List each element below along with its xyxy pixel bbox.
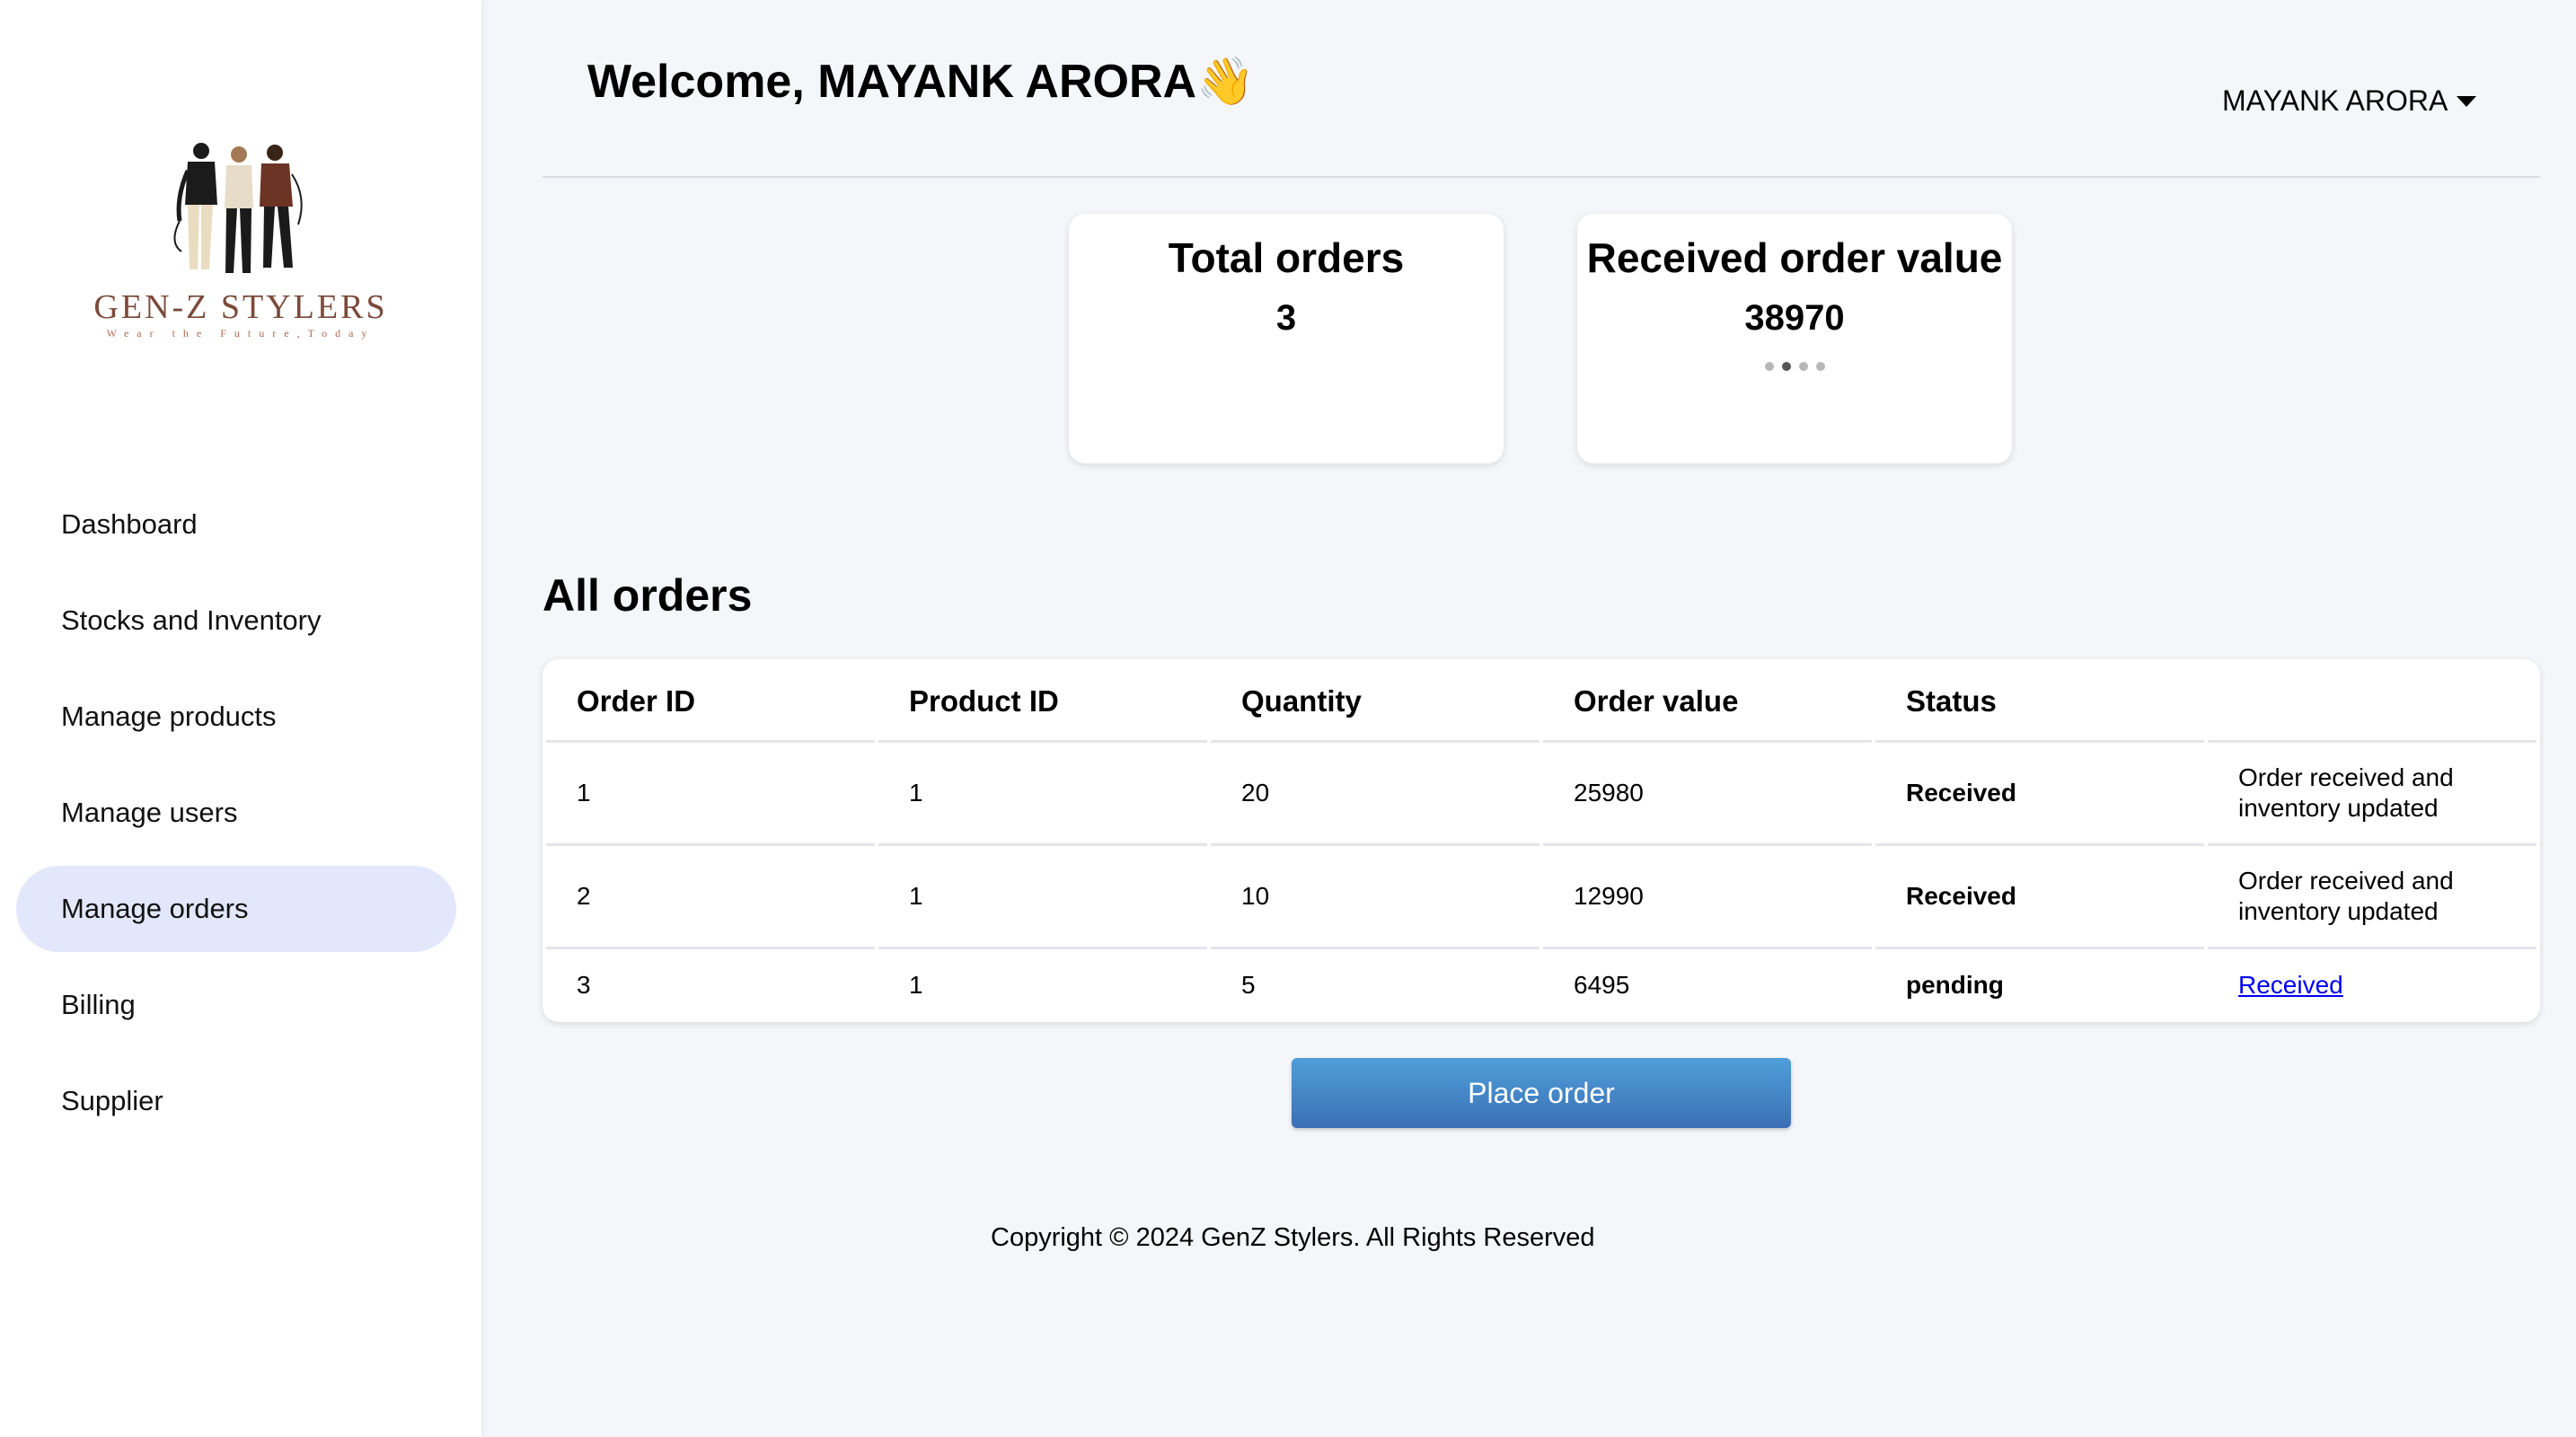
table-row: 2 1 10 12990 Received Order received and…: [546, 846, 2536, 949]
sidebar-item-stocks-and-inventory[interactable]: Stocks and Inventory: [16, 577, 456, 664]
table-row: 3 1 5 6495 pending Received: [546, 949, 2536, 1021]
quantity: 10: [1211, 846, 1539, 949]
sidebar-item-dashboard[interactable]: Dashboard: [16, 481, 456, 568]
column-header-status: Status: [1875, 663, 2204, 743]
user-menu[interactable]: MAYANK ARORA: [2222, 84, 2477, 118]
order-value: 6495: [1574, 971, 1630, 999]
footer-copyright: Copyright © 2024 GenZ Stylers. All Right…: [991, 1223, 1595, 1252]
total-orders-label: Total orders: [1168, 234, 1405, 281]
order-status: Received: [1875, 846, 2204, 949]
sidebar-item-manage-products[interactable]: Manage products: [16, 674, 456, 760]
page-title: Welcome, MAYANK ARORA👋: [587, 56, 1255, 108]
column-header-order-id: Order ID: [546, 663, 875, 743]
caret-down-icon: [2457, 95, 2477, 107]
order-value: 12990: [1543, 846, 1872, 949]
carousel-dot-icon[interactable]: [1764, 362, 1774, 371]
sidebar-nav: Dashboard Stocks and Inventory Manage pr…: [16, 481, 456, 1154]
column-header-product-id: Product ID: [878, 663, 1207, 743]
orders-table: Order ID Product ID Quantity Order value…: [543, 663, 2540, 1021]
quantity: 20: [1211, 743, 1539, 846]
order-status: pending: [1906, 971, 2004, 999]
table-header-row: Order ID Product ID Quantity Order value…: [546, 663, 2536, 743]
order-action-cell: Received: [2208, 949, 2536, 1021]
order-value: 25980: [1543, 743, 1872, 846]
order-id: 2: [546, 846, 875, 949]
user-name: MAYANK ARORA: [2222, 84, 2448, 117]
order-note: Order received and inventory updated: [2208, 846, 2536, 949]
quantity: 5: [1241, 971, 1256, 999]
product-id: 1: [909, 971, 923, 999]
sidebar-item-manage-users[interactable]: Manage users: [16, 770, 456, 856]
total-orders-value: 3: [1275, 298, 1297, 338]
order-note: Order received and inventory updated: [2208, 743, 2536, 846]
order-id: 1: [546, 743, 875, 846]
mark-received-link[interactable]: Received: [2238, 971, 2343, 999]
order-id: 3: [577, 971, 591, 999]
column-header-actions: [2208, 663, 2536, 743]
header-divider: [543, 176, 2540, 178]
received-order-value: 38970: [1744, 298, 1845, 338]
column-header-quantity: Quantity: [1211, 663, 1539, 743]
product-id: 1: [878, 743, 1207, 846]
product-id: 1: [878, 846, 1207, 949]
carousel-dots: [1577, 362, 2012, 371]
column-header-order-value: Order value: [1543, 663, 1872, 743]
stylers-figures-icon: [173, 143, 303, 273]
sidebar-item-manage-orders[interactable]: Manage orders: [16, 866, 456, 952]
carousel-dot-icon[interactable]: [1781, 362, 1791, 371]
sidebar-item-supplier[interactable]: Supplier: [16, 1058, 456, 1144]
table-row: 1 1 20 25980 Received Order received and…: [546, 743, 2536, 846]
brand-name: GEN-Z STYLERS: [93, 288, 388, 326]
sidebar: GEN-Z STYLERS Wear the Future,Today Dash…: [0, 0, 481, 1437]
order-status: Received: [1875, 743, 2204, 846]
carousel-dot-icon[interactable]: [1798, 362, 1808, 371]
brand-logo[interactable]: GEN-Z STYLERS Wear the Future,Today: [86, 135, 395, 350]
received-order-value-label: Received order value: [1586, 234, 2003, 281]
section-title-all-orders: All orders: [543, 570, 753, 621]
received-order-value-card: Received order value 38970: [1577, 214, 2012, 463]
total-orders-card: Total orders 3: [1069, 214, 1504, 463]
brand-tagline: Wear the Future,Today: [106, 327, 375, 339]
place-order-button[interactable]: Place order: [1292, 1058, 1791, 1128]
orders-table-card: Order ID Product ID Quantity Order value…: [543, 659, 2540, 1022]
sidebar-item-billing[interactable]: Billing: [16, 962, 456, 1048]
carousel-dot-icon[interactable]: [1815, 362, 1825, 371]
